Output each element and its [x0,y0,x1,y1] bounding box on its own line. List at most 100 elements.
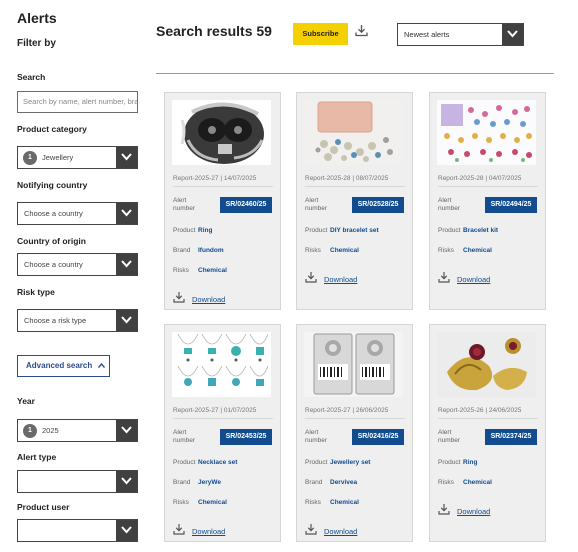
filter-by-heading: Filter by [17,38,56,49]
risk-type-label: Risk type [17,287,55,297]
year-label: Year [17,396,35,406]
product-user-label: Product user [17,502,70,512]
download-icon [173,524,185,535]
product-user-select[interactable] [17,519,138,542]
alert-number-label: Alert number [305,197,328,212]
risks-row: Risks Chemical [305,247,359,254]
chevron-down-icon [116,420,137,441]
alert-card[interactable]: Report-2025-28 | 04/07/2025 Alert number… [429,92,546,310]
header-divider [156,73,554,74]
product-image [437,332,536,397]
product-image [437,100,536,165]
brand-row: Brand Ifundom [173,247,224,254]
alert-number-label: Alert number [173,197,196,212]
product-image [172,332,271,397]
product-row: Product Ring [173,227,213,234]
download-icon[interactable] [355,24,368,42]
report-date: Report-2025-28 | 04/07/2025 [438,175,522,182]
alert-number-label: Alert number [305,429,328,444]
download-icon [305,272,317,283]
selected-count-badge: 1 [23,151,37,165]
notifying-country-value: Choose a country [24,209,83,218]
chevron-down-icon [116,520,137,541]
search-label: Search [17,72,46,82]
year-value: 2025 [42,426,59,435]
year-select[interactable]: 1 2025 [17,419,138,442]
alert-number-badge[interactable]: SR/02416/25 [352,429,404,445]
report-date: Report-2025-27 | 01/07/2025 [173,407,257,414]
chevron-down-icon [116,147,137,168]
alert-card[interactable]: Report-2025-27 | 26/06/2025 Alert number… [296,324,413,542]
risks-row: Risks Chemical [173,267,227,274]
product-image [304,332,403,397]
brand-row: Brand Dervivea [305,479,358,486]
alert-type-select[interactable] [17,470,138,493]
alert-number-label: Alert number [173,429,196,444]
alert-number-badge[interactable]: SR/02374/25 [485,429,537,445]
product-category-select[interactable]: 1 Jewellery [17,146,138,169]
product-row: Product Bracelet kit [438,227,499,234]
product-row: Product Jewellery set [305,459,371,466]
card-divider [173,186,273,187]
card-divider [305,186,405,187]
notifying-country-select[interactable]: Choose a country [17,202,138,225]
chevron-down-icon [116,471,137,492]
alert-number-badge[interactable]: SR/02528/25 [352,197,404,213]
card-divider [438,418,538,419]
download-icon [173,292,185,303]
risks-row: Risks Chemical [305,499,359,506]
alert-number-label: Alert number [438,197,461,212]
brand-row: Brand JeryWe [173,479,222,486]
filter-sidebar: Alerts Filter by Search Search by name, … [0,0,150,552]
subscribe-button[interactable]: Subscribe [293,23,348,45]
product-category-value: Jewellery [42,153,74,162]
alert-card[interactable]: Report-2025-27 | 01/07/2025 Alert number… [164,324,281,542]
risks-row: Risks Chemical [438,479,492,486]
chevron-down-icon [116,254,137,275]
alert-card[interactable]: Report-2025-26 | 24/06/2025 Alert number… [429,324,546,542]
alert-number-badge[interactable]: SR/02453/25 [220,429,272,445]
alert-type-label: Alert type [17,452,57,462]
product-category-label: Product category [17,124,87,134]
report-date: Report-2025-26 | 24/06/2025 [438,407,522,414]
download-icon [305,524,317,535]
chevron-down-icon [116,203,137,224]
country-of-origin-select[interactable]: Choose a country [17,253,138,276]
product-image [304,100,403,165]
alert-card[interactable]: Report-2025-27 | 14/07/2025 Alert number… [164,92,281,310]
chevron-up-icon [97,356,105,376]
report-date: Report-2025-28 | 08/07/2025 [305,175,389,182]
search-placeholder: Search by name, alert number, brand [23,97,138,106]
risk-type-value: Choose a risk type [24,316,87,325]
selected-count-badge: 1 [23,424,37,438]
product-row: Product Necklace set [173,459,238,466]
advanced-search-button[interactable]: Advanced search [17,355,110,377]
advanced-search-label: Advanced search [26,361,93,370]
download-icon [438,272,450,283]
report-date: Report-2025-27 | 14/07/2025 [173,175,257,182]
card-divider [305,418,405,419]
card-divider [173,418,273,419]
search-input[interactable]: Search by name, alert number, brand [17,91,138,113]
country-of-origin-label: Country of origin [17,236,86,246]
page-title: Alerts [17,10,57,26]
risks-row: Risks Chemical [173,499,227,506]
alert-number-label: Alert number [438,429,461,444]
notifying-country-label: Notifying country [17,180,88,190]
risk-type-select[interactable]: Choose a risk type [17,309,138,332]
chevron-down-icon [116,310,137,331]
download-icon [438,504,450,515]
card-divider [438,186,538,187]
search-results-title: Search results 59 [156,23,272,39]
risks-row: Risks Chemical [438,247,492,254]
sort-select[interactable]: Newest alerts [397,23,524,46]
alert-number-badge[interactable]: SR/02460/25 [220,197,272,213]
report-date: Report-2025-27 | 26/06/2025 [305,407,389,414]
alert-number-badge[interactable]: SR/02494/25 [485,197,537,213]
alert-card[interactable]: Report-2025-28 | 08/07/2025 Alert number… [296,92,413,310]
product-row: Product DIY bracelet set [305,227,379,234]
country-of-origin-value: Choose a country [24,260,83,269]
product-image [172,100,271,165]
sort-value: Newest alerts [404,30,450,39]
product-row: Product Ring [438,459,478,466]
